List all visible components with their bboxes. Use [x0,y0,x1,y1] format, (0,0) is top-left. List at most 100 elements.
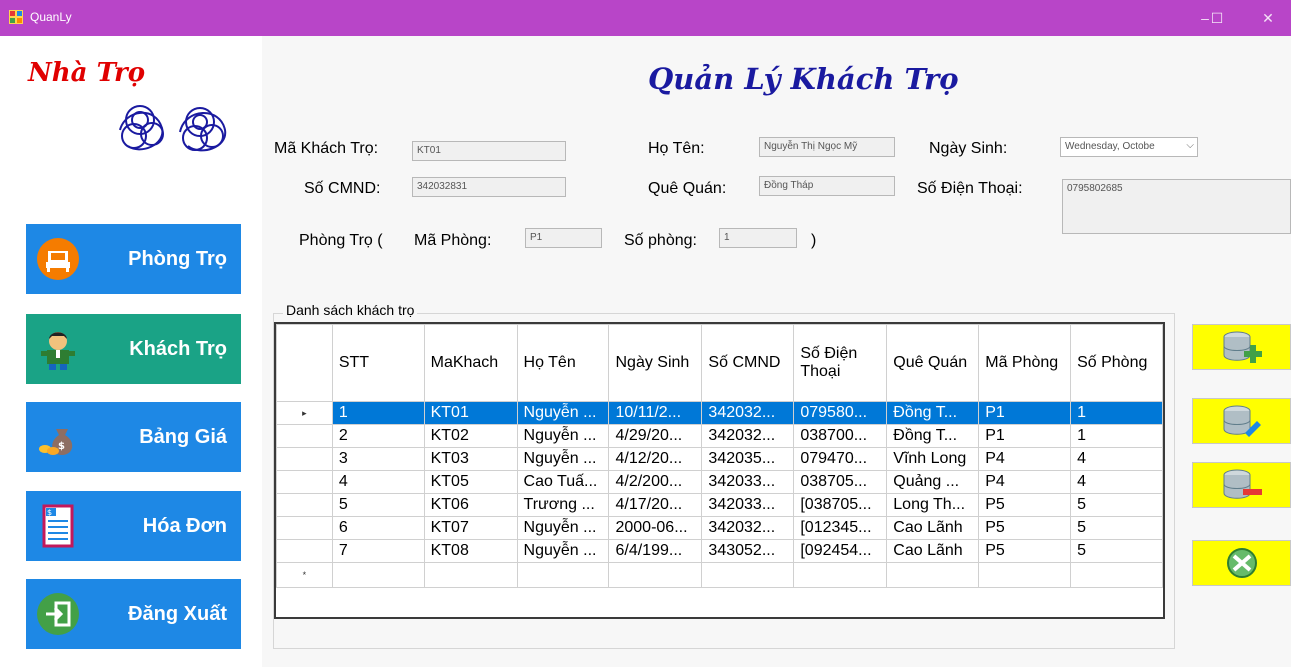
maximize-button[interactable]: ☐ [1194,6,1240,30]
cell-ho-ten[interactable] [516,562,610,588]
exit-button[interactable] [1192,540,1291,586]
cell-so-dien-thoai[interactable]: 038700... [793,424,888,448]
cell-ho-ten[interactable]: Nguyễn ... [516,447,610,471]
cell-stt[interactable]: 6 [331,516,425,540]
cell-ngay-sinh[interactable]: 4/17/20... [608,493,703,517]
cell-stt[interactable]: 2 [331,424,425,448]
new-row[interactable]: * [276,562,1163,588]
column-header-makhach[interactable]: MaKhach [423,324,518,402]
cell-ho-ten[interactable]: Cao Tuấ... [516,470,610,494]
row-header[interactable] [276,539,333,563]
cell-makhach[interactable]: KT01 [423,401,518,425]
table-row[interactable]: 3 KT03 Nguyễn ... 4/12/20... 342035... 079470… [276,447,1163,471]
cell-stt[interactable]: 7 [331,539,425,563]
ma-khach-input[interactable]: KT01 [412,141,566,161]
nav-hoa-don-button[interactable]: $ Hóa Đơn [26,491,241,561]
cell-stt[interactable]: 1 [331,401,425,425]
customer-grid[interactable]: STT MaKhach Họ Tên Ngày Sinh Số CMND Số … [274,322,1165,619]
table-row[interactable]: 6 KT07 Nguyễn ... 2000-06... 342032... [01234… [276,516,1163,540]
cell-ngay-sinh[interactable] [608,562,703,588]
cell-stt[interactable]: 3 [331,447,425,471]
ho-ten-input[interactable]: Nguyễn Thị Ngọc Mỹ [759,137,895,157]
cell-so-phong[interactable]: 4 [1070,447,1163,471]
cell-ho-ten[interactable]: Nguyễn ... [516,539,610,563]
row-header[interactable]: ▸ [276,401,333,425]
cell-makhach[interactable]: KT03 [423,447,518,471]
cell-ma-phong[interactable]: P4 [978,470,1072,494]
cell-so-cmnd[interactable]: 342033... [701,493,795,517]
sdt-input[interactable]: 0795802685 [1062,179,1291,234]
delete-button[interactable] [1192,462,1291,508]
cell-so-cmnd[interactable]: 342035... [701,447,795,471]
cell-so-cmnd[interactable]: 342032... [701,516,795,540]
nav-bang-gia-button[interactable]: $ Bảng Giá [26,402,241,472]
ma-phong-input[interactable]: P1 [525,228,602,248]
cell-ngay-sinh[interactable]: 6/4/199... [608,539,703,563]
table-row[interactable]: ▸ 1 KT01 Nguyễn ... 10/11/2... 342032... 07958… [276,401,1163,425]
ngay-sinh-picker[interactable]: Wednesday, Octobe ⌵ [1060,137,1198,157]
cell-so-phong[interactable]: 5 [1070,493,1163,517]
cell-stt[interactable]: 4 [331,470,425,494]
row-header[interactable] [276,516,333,540]
cell-so-phong[interactable]: 5 [1070,516,1163,540]
cell-ngay-sinh[interactable]: 4/2/200... [608,470,703,494]
que-quan-input[interactable]: Đồng Tháp [759,176,895,196]
column-header-stt[interactable]: STT [331,324,425,402]
row-header[interactable] [276,447,333,471]
so-phong-input[interactable]: 1 [719,228,797,248]
cell-makhach[interactable]: KT06 [423,493,518,517]
cell-ho-ten[interactable]: Nguyễn ... [516,516,610,540]
cell-so-dien-thoai[interactable]: [092454... [793,539,888,563]
cell-que-quan[interactable]: Cao Lãnh [886,539,980,563]
row-header[interactable] [276,424,333,448]
cell-ma-phong[interactable]: P1 [978,424,1072,448]
cell-so-dien-thoai[interactable]: 038705... [793,470,888,494]
update-button[interactable] [1192,398,1291,444]
cmnd-input[interactable]: 342032831 [412,177,566,197]
cell-ho-ten[interactable]: Trương ... [516,493,610,517]
cell-makhach[interactable] [423,562,518,588]
cell-makhach[interactable]: KT07 [423,516,518,540]
column-header-so-cmnd[interactable]: Số CMND [701,324,795,402]
cell-que-quan[interactable]: Long Th... [886,493,980,517]
cell-so-cmnd[interactable] [701,562,795,588]
cell-makhach[interactable]: KT02 [423,424,518,448]
cell-so-phong[interactable]: 4 [1070,470,1163,494]
cell-so-dien-thoai[interactable]: [038705... [793,493,888,517]
column-header-ma-phong[interactable]: Mã Phòng [978,324,1072,402]
column-header-so-dien-thoai[interactable]: Số Điện Thoại [793,324,888,402]
cell-so-phong[interactable]: 1 [1070,401,1163,425]
nav-khach-tro-button[interactable]: Khách Trọ [26,314,241,384]
row-header[interactable] [276,470,333,494]
cell-que-quan[interactable] [886,562,980,588]
column-header-so-phong[interactable]: Số Phòng [1070,324,1163,402]
column-header-ngay-sinh[interactable]: Ngày Sinh [608,324,703,402]
cell-so-dien-thoai[interactable]: [012345... [793,516,888,540]
cell-ngay-sinh[interactable]: 2000-06... [608,516,703,540]
close-button[interactable]: ✕ [1245,6,1291,30]
cell-so-dien-thoai[interactable]: 079470... [793,447,888,471]
cell-so-phong[interactable]: 1 [1070,424,1163,448]
cell-ma-phong[interactable]: P1 [978,401,1072,425]
table-row[interactable]: 5 KT06 Trương ... 4/17/20... 342033... [03870… [276,493,1163,517]
cell-ngay-sinh[interactable]: 10/11/2... [608,401,703,425]
table-row[interactable]: 7 KT08 Nguyễn ... 6/4/199... 343052... [09245… [276,539,1163,563]
cell-ma-phong[interactable]: P5 [978,493,1072,517]
cell-que-quan[interactable]: Vĩnh Long [886,447,980,471]
row-header[interactable] [276,493,333,517]
cell-ma-phong[interactable] [978,562,1072,588]
cell-ma-phong[interactable]: P5 [978,516,1072,540]
cell-ngay-sinh[interactable]: 4/29/20... [608,424,703,448]
cell-stt[interactable] [331,562,425,588]
table-row[interactable]: 4 KT05 Cao Tuấ... 4/2/200... 342033... 038705… [276,470,1163,494]
add-button[interactable] [1192,324,1291,370]
row-header[interactable]: * [276,562,333,588]
column-header-que-quan[interactable]: Quê Quán [886,324,980,402]
table-row[interactable]: 2 KT02 Nguyễn ... 4/29/20... 342032... 038700… [276,424,1163,448]
cell-so-phong[interactable]: 5 [1070,539,1163,563]
cell-so-cmnd[interactable]: 342032... [701,424,795,448]
cell-so-dien-thoai[interactable] [793,562,888,588]
cell-ma-phong[interactable]: P4 [978,447,1072,471]
cell-stt[interactable]: 5 [331,493,425,517]
cell-so-cmnd[interactable]: 343052... [701,539,795,563]
